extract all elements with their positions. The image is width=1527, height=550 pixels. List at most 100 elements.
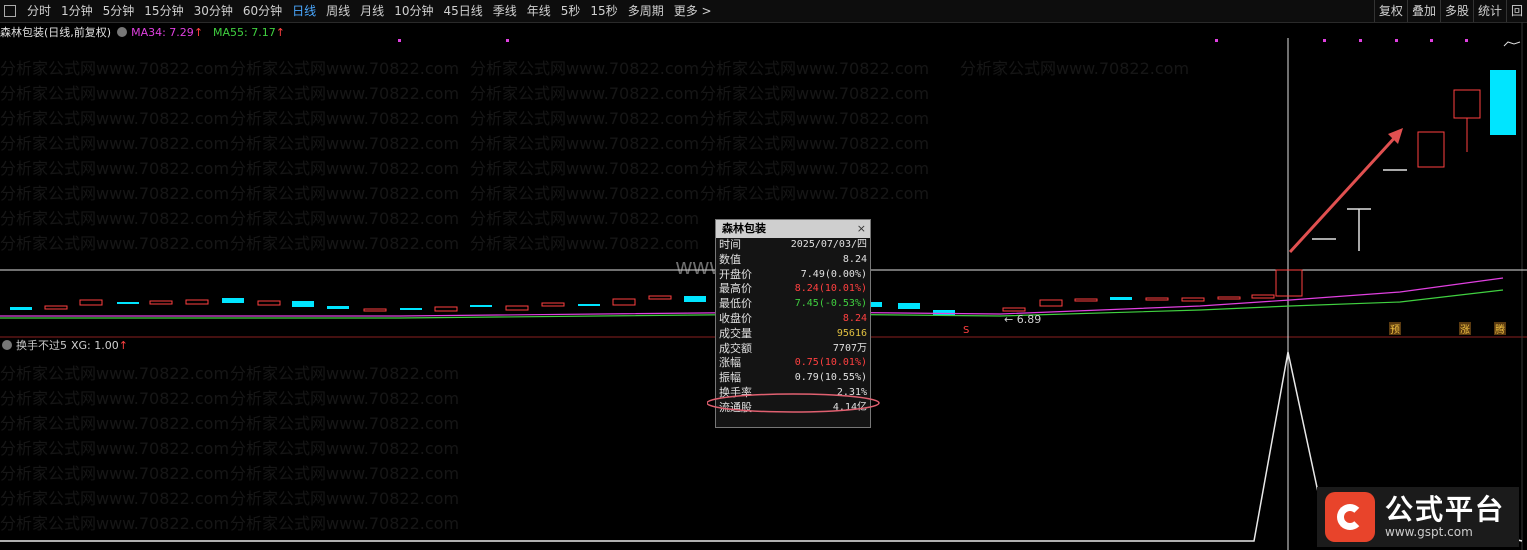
tooltip-row: 时间 2025/07/03/四 (716, 238, 870, 253)
logo-icon (1325, 492, 1375, 542)
signal-dot (506, 39, 509, 42)
candle (1251, 294, 1275, 299)
tooltip-row: 涨幅 0.75(10.01%) (716, 356, 870, 371)
tooltip-value: 7.45(-0.53%) (794, 298, 867, 310)
tooltip-value: 2025/07/03/四 (790, 239, 867, 250)
period-tab[interactable]: 5分钟 (98, 0, 140, 22)
candle (10, 307, 32, 310)
tooltip-rows: 时间 2025/07/03/四 数值 8.24 开盘价 7.49(0.00%) 最高价 8.2… (716, 238, 870, 416)
candle (1074, 298, 1098, 302)
candle (117, 302, 139, 304)
period-tab[interactable]: 月线 (355, 0, 389, 22)
tooltip-row: 开盘价 7.49(0.00%) (716, 268, 870, 283)
toolbar-button[interactable]: 多股 (1439, 0, 1473, 22)
close-icon[interactable]: × (857, 220, 866, 238)
candle (898, 303, 920, 309)
candle (185, 299, 209, 305)
period-tab[interactable]: 年线 (522, 0, 556, 22)
indicator-name: 换手不过5 (16, 339, 67, 352)
toolbar-button[interactable]: 统计 (1472, 0, 1506, 22)
period-tab[interactable]: 分时 (22, 0, 56, 22)
candle (648, 295, 672, 300)
tooltip-label: 收盘价 (719, 311, 752, 325)
tag-yu: 预 (1390, 324, 1400, 336)
candle (684, 296, 706, 302)
tooltip-value: 7.49(0.00%) (800, 268, 867, 280)
sub-chart-header: 换手不过5 XG: 1.00 ↑ (0, 338, 128, 352)
logo-title: 公式平台 (1385, 493, 1506, 526)
period-tab[interactable]: 5秒 (556, 0, 586, 22)
candle (327, 306, 349, 309)
period-tab[interactable]: 周线 (321, 0, 355, 22)
candle (470, 305, 492, 307)
tooltip-row: 收盘价 8.24 (716, 312, 870, 327)
candle (400, 308, 422, 310)
candle (1490, 70, 1516, 135)
tooltip-value: 7707万 (832, 342, 867, 354)
candle (222, 298, 244, 303)
candle (1145, 297, 1169, 301)
period-toolbar: 分时 1分钟 5分钟 15分钟 30分钟 60分钟 日线 周线 月线 10分钟 45日线 季线 年线 5秒… (0, 0, 1527, 23)
tooltip-label: 涨幅 (719, 356, 741, 370)
toolbar-button[interactable]: 叠加 (1406, 0, 1440, 22)
period-tab[interactable]: 1分钟 (56, 0, 98, 22)
toolbar-button[interactable]: 复权 (1373, 0, 1407, 22)
tooltip-label: 振幅 (719, 371, 741, 385)
signal-dot (398, 39, 401, 42)
tooltip-value: 0.75(10.01%) (794, 357, 867, 369)
tooltip-header: 森林包装 × (716, 220, 870, 238)
brand-logo: 公式平台 www.gspt.com (1317, 487, 1519, 547)
tooltip-value: 95616 (836, 327, 867, 339)
candle (1217, 296, 1241, 300)
period-tab[interactable]: 多周期 (623, 0, 669, 22)
logo-url: www.gspt.com (1385, 525, 1473, 539)
candle (1275, 269, 1303, 297)
candle (79, 299, 103, 306)
trend-arrow (1288, 132, 1400, 254)
candle (257, 300, 281, 306)
period-tab[interactable]: 10分钟 (389, 0, 438, 22)
tooltip-row: 数值 8.24 (716, 253, 870, 268)
candle (1039, 299, 1063, 307)
tooltip-label: 最高价 (719, 282, 752, 296)
period-tab[interactable]: 15分钟 (139, 0, 188, 22)
tooltip-row: 最高价 8.24(10.01%) (716, 282, 870, 297)
period-tab[interactable]: 15秒 (585, 0, 622, 22)
candle (434, 306, 458, 312)
candle (363, 308, 387, 312)
candle (1417, 131, 1445, 168)
right-toolbar: 复权 叠加 多股 统计回 (1373, 0, 1527, 22)
candle (612, 298, 636, 306)
period-tab[interactable]: 60分钟 (238, 0, 287, 22)
highlight-ellipse (707, 393, 880, 413)
signal-tags: 预 涨 腾 (1389, 322, 1506, 336)
up-arrow: ↑ (118, 338, 128, 352)
period-tab[interactable]: 更多 > (669, 0, 717, 22)
signal-dots (398, 39, 1468, 42)
tooltip-row: 振幅 0.79(10.55%) (716, 371, 870, 386)
period-tab[interactable]: 季线 (488, 0, 522, 22)
candle (933, 310, 955, 315)
candle (1002, 307, 1026, 312)
tag-zhang: 涨 (1460, 324, 1470, 336)
tag-teng: 腾 (1495, 323, 1505, 336)
tooltip-title: 森林包装 (722, 222, 766, 235)
sub-settings-icon[interactable] (2, 340, 12, 350)
tooltip-label: 最低价 (719, 297, 752, 311)
period-tab[interactable]: 45日线 (438, 0, 487, 22)
period-tab[interactable]: 30分钟 (189, 0, 238, 22)
candle (541, 302, 565, 307)
toolbar-button[interactable]: 回 (1505, 0, 1527, 22)
tooltip-value: 8.24 (842, 253, 867, 265)
window-icon[interactable] (4, 5, 16, 17)
tooltip-value: 8.24 (842, 312, 867, 324)
candle (1453, 89, 1481, 119)
candle (149, 300, 173, 305)
tooltip-label: 开盘价 (719, 267, 752, 281)
period-tab[interactable]: 日线 (287, 0, 321, 22)
tooltip-value: 0.79(10.55%) (794, 372, 867, 384)
low-price-marker: ← 6.89 (1004, 313, 1041, 326)
signal-dot (1359, 39, 1362, 42)
candle (505, 305, 529, 311)
candle (292, 301, 314, 307)
